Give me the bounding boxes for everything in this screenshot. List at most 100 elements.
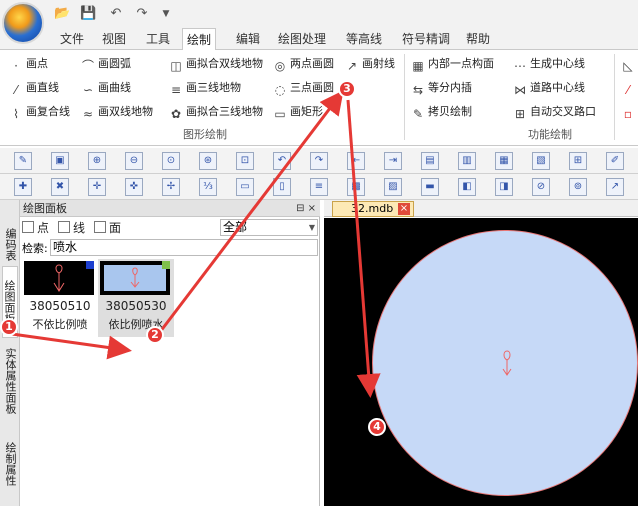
draw-triple-line-button[interactable]: ≡ 画三线地物 — [168, 78, 241, 98]
toolbar-tool-icon[interactable]: ▣ — [51, 152, 69, 170]
redo-icon[interactable]: ↷ — [134, 6, 150, 22]
app-logo-icon[interactable] — [2, 2, 44, 44]
filter-face-checkbox[interactable] — [94, 221, 106, 233]
menu-tools[interactable]: 工具 — [142, 28, 174, 50]
more-tools-icon[interactable]: ⁄ — [620, 78, 638, 98]
menu-draw[interactable]: 绘制 — [182, 28, 217, 51]
two-point-circle-button[interactable]: ◎ 两点画圆 — [272, 54, 334, 74]
toolbar-tool-icon[interactable]: ⊘ — [532, 178, 550, 196]
toolbar-tool-icon[interactable]: ⊙ — [162, 152, 180, 170]
category-dropdown[interactable]: 全部 ▼ — [220, 219, 318, 236]
equal-interpolate-button[interactable]: ⇆ 等分内插 — [410, 78, 472, 98]
toolbar-tool-icon[interactable]: ⊕ — [88, 152, 106, 170]
menu-contour[interactable]: 等高线 — [342, 28, 386, 50]
draw-fit-triple-line-button[interactable]: ✿ 画拟合三线地物 — [168, 102, 263, 122]
tab-code-table[interactable]: 编码表 — [2, 224, 18, 264]
folder-open-icon[interactable]: 📂 — [54, 6, 70, 22]
filter-line-checkbox[interactable] — [58, 221, 70, 233]
menu-drawing-process[interactable]: 绘图处理 — [274, 28, 330, 50]
menu-edit[interactable]: 编辑 — [232, 28, 264, 50]
filter-point-checkbox[interactable] — [22, 221, 34, 233]
toolbar-tool-icon[interactable]: ✖ — [51, 178, 69, 196]
triple-line-icon: ≡ — [170, 83, 182, 97]
toolbar-tool-icon[interactable]: ▩ — [347, 178, 365, 196]
toolbar-tool-icon[interactable]: ✎ — [14, 152, 32, 170]
label: 画点 — [26, 57, 48, 70]
toolbar-tool-icon[interactable]: ⇤ — [347, 152, 365, 170]
toolbar-tool-icon[interactable]: ▤ — [421, 152, 439, 170]
draw-ray-button[interactable]: ↗ 画射线 — [344, 54, 395, 74]
rectangle-icon: ▭ — [274, 107, 286, 121]
toolbar-tool-icon[interactable]: ↷ — [310, 152, 328, 170]
toolbar-tool-icon[interactable]: ⊞ — [569, 152, 587, 170]
save-icon[interactable]: 💾 — [80, 6, 96, 22]
document-tab-bar: 32.mdb × — [324, 200, 638, 217]
menu-view[interactable]: 视图 — [98, 28, 130, 50]
toolbar-tool-icon[interactable]: ✚ — [14, 178, 32, 196]
toolbar-tool-icon[interactable]: ⊡ — [236, 152, 254, 170]
pin-close-icon[interactable]: ⊟ × — [296, 200, 316, 217]
tab-entity-properties[interactable]: 实体属性面板 — [2, 342, 18, 420]
more-tools-icon[interactable]: ◺ — [620, 54, 638, 74]
toolbar-tool-icon[interactable]: ✐ — [606, 152, 624, 170]
draw-fit-double-line-button[interactable]: ◫ 画拟合双线地物 — [168, 54, 263, 74]
toolbar-tool-icon[interactable]: ⇥ — [384, 152, 402, 170]
menu-help[interactable]: 帮助 — [462, 28, 494, 50]
undo-icon[interactable]: ↶ — [108, 6, 124, 22]
draw-arc-button[interactable]: ⌒ 画圆弧 — [80, 54, 131, 74]
draw-polyline-button[interactable]: ⌇ 画复合线 — [8, 102, 70, 122]
toolbar-tool-icon[interactable]: ▭ — [236, 178, 254, 196]
road-centerline-button[interactable]: ⋈ 道路中心线 — [512, 78, 585, 98]
three-point-circle-button[interactable]: ◌ 三点画圆 — [272, 78, 334, 98]
symbol-item-selected[interactable]: 38050530 依比例喷水 — [98, 259, 174, 337]
fountain-scaled-symbol-thumbnail — [100, 261, 170, 295]
toolbar-tool-icon[interactable]: ▯ — [273, 178, 291, 196]
toolbar-tool-icon[interactable]: ✢ — [162, 178, 180, 196]
toolbar-tool-icon[interactable]: ◧ — [458, 178, 476, 196]
toolbar-tool-icon[interactable]: ↗ — [606, 178, 624, 196]
draw-rectangle-button[interactable]: ▭ 画矩形 — [272, 102, 323, 122]
close-icon[interactable]: × — [398, 203, 410, 215]
fountain-area-circle[interactable] — [372, 230, 638, 496]
document-tab[interactable]: 32.mdb × — [332, 201, 414, 217]
draw-point-button[interactable]: · 画点 — [8, 54, 48, 74]
search-input[interactable]: 喷水 — [50, 239, 318, 256]
group-divider — [404, 54, 405, 140]
label: 三点画圆 — [290, 81, 334, 94]
draw-double-line-button[interactable]: ≈ 画双线地物 — [80, 102, 153, 122]
toolbar-tool-icon[interactable]: ⊛ — [199, 152, 217, 170]
symbol-item[interactable]: 38050510 不依比例喷 — [22, 259, 98, 337]
draw-curve-button[interactable]: ∽ 画曲线 — [80, 78, 131, 98]
menu-file[interactable]: 文件 — [56, 28, 88, 50]
toolbar-tool-icon[interactable]: ▦ — [495, 152, 513, 170]
copy-draw-button[interactable]: ✎ 拷贝绘制 — [410, 102, 472, 122]
tab-draw-properties[interactable]: 绘制属性 — [2, 436, 18, 492]
toolbar-tool-icon[interactable]: ⅓ — [199, 178, 217, 196]
toolbar-tool-icon[interactable]: ⊖ — [125, 152, 143, 170]
draw-line-button[interactable]: ⁄ 画直线 — [8, 78, 59, 98]
toolbar-tool-icon[interactable]: ▨ — [384, 178, 402, 196]
document-tab-label: 32.mdb — [351, 202, 394, 215]
label: 道路中心线 — [530, 81, 585, 94]
customize-quick-access-icon[interactable]: ▼ — [158, 6, 174, 22]
toolbar-tool-icon[interactable]: ▬ — [421, 178, 439, 196]
triangle-icon: ◺ — [623, 59, 633, 73]
drawing-canvas[interactable] — [324, 218, 638, 506]
symbol-code: 38050530 — [105, 299, 167, 313]
label: 画拟合三线地物 — [186, 105, 263, 118]
menu-symbol-adjust[interactable]: 符号精调 — [398, 28, 454, 50]
toolbar-tool-icon[interactable]: ≡ — [310, 178, 328, 196]
toolbar-tool-icon[interactable]: ◨ — [495, 178, 513, 196]
toolbar-tool-icon[interactable]: ⊚ — [569, 178, 587, 196]
toolbar-tool-icon[interactable]: ▥ — [458, 152, 476, 170]
drawing-panel: 绘图面板 ⊟ × 点 线 面 全部 ▼ 检索: 喷水 38050510 不依比例喷 … — [20, 200, 320, 506]
inner-point-face-button[interactable]: ▦ 内部一点构面 — [410, 54, 494, 74]
generate-centerline-button[interactable]: ⋯ 生成中心线 — [512, 54, 585, 74]
toolbar-tool-icon[interactable]: ✜ — [125, 178, 143, 196]
toolbar-tool-icon[interactable]: ✛ — [88, 178, 106, 196]
auto-intersection-button[interactable]: ⊞ 自动交叉路口 — [512, 102, 596, 122]
dropdown-value: 全部 — [223, 220, 248, 234]
more-tools-icon[interactable]: ▫ — [620, 102, 638, 122]
toolbar-tool-icon[interactable]: ↶ — [273, 152, 291, 170]
toolbar-tool-icon[interactable]: ▧ — [532, 152, 550, 170]
